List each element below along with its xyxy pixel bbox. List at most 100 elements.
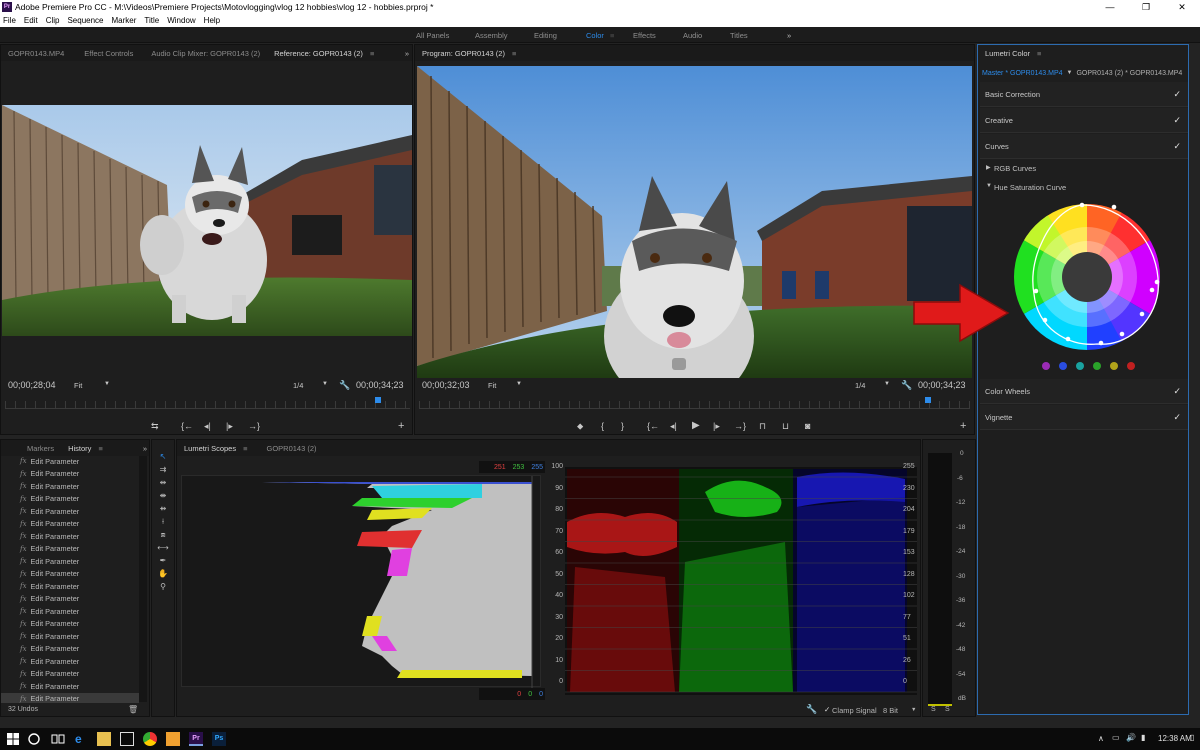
lift-icon[interactable]: ⊓ [759, 421, 766, 432]
history-item[interactable]: fx Edit Parameter [1, 655, 139, 668]
windows-start-icon[interactable] [6, 732, 20, 746]
hue-saturation-wheel[interactable] [1012, 202, 1162, 352]
edge-browser-icon[interactable]: e [75, 732, 89, 746]
history-item[interactable]: fx Edit Parameter [1, 493, 139, 506]
history-item[interactable]: fx Edit Parameter [1, 630, 139, 643]
menu-edit[interactable]: Edit [24, 16, 38, 25]
tray-overflow-icon[interactable]: ∧ [1098, 734, 1104, 743]
go-to-out-icon[interactable]: →} [248, 421, 260, 431]
panel-overflow-icon[interactable]: » [143, 444, 147, 453]
tab-markers[interactable]: Markers [20, 444, 61, 453]
scopes-settings-wrench-icon[interactable]: 🔧 [806, 704, 817, 715]
workspace-effects[interactable]: Effects [633, 31, 656, 40]
clip-dropdown-chevron-icon[interactable]: ▼ [1067, 70, 1073, 76]
premiere-taskbar-icon[interactable]: Pr [189, 732, 203, 746]
wrench-icon[interactable]: 🔧 [901, 380, 912, 391]
color-wheels-checkbox[interactable]: ✓ [1173, 386, 1181, 397]
solo-right-button[interactable]: S [945, 706, 950, 713]
sequence-clip-tab[interactable]: GOPR0143 (2) * GOPR0143.MP4 [1076, 70, 1182, 77]
panel-overflow-icon[interactable]: » [405, 49, 409, 58]
swatch-green[interactable] [1093, 362, 1101, 370]
ripple-edit-tool-icon[interactable]: ⇹ [157, 478, 169, 488]
maximize-button[interactable]: ❐ [1128, 0, 1164, 14]
menu-file[interactable]: File [3, 16, 16, 25]
mark-in-icon[interactable]: { [601, 421, 604, 431]
taskbar-clock[interactable]: 12:38 AM [1158, 734, 1192, 743]
program-playhead[interactable] [925, 397, 931, 403]
wrench-icon[interactable]: 🔧 [339, 380, 350, 391]
history-item[interactable]: fx Edit Parameter [1, 580, 139, 593]
program-resolution-dropdown[interactable]: 1/4 [855, 381, 865, 390]
mark-out-icon[interactable]: } [621, 421, 624, 431]
button-editor-icon[interactable]: ⇆ [151, 421, 159, 432]
pen-tool-icon[interactable]: ✒ [157, 556, 169, 566]
go-to-out-icon[interactable]: →} [734, 421, 746, 431]
rgb-curves-label[interactable]: RGB Curves [994, 164, 1036, 173]
history-item[interactable]: fx Edit Parameter [1, 530, 139, 543]
selection-tool-icon[interactable]: ↖ [157, 452, 169, 462]
battery-icon[interactable]: ▮ [1141, 733, 1145, 742]
photoshop-taskbar-icon[interactable]: Ps [212, 732, 226, 746]
reference-current-timecode[interactable]: 00;00;28;04 [8, 380, 56, 390]
workspace-overflow-button[interactable]: » [787, 31, 791, 40]
chrome-icon[interactable] [143, 732, 157, 746]
tab-program[interactable]: Program: GOPR0143 (2) [415, 49, 512, 58]
workspace-all-panels[interactable]: All Panels [416, 31, 449, 40]
add-marker-icon[interactable]: ⬥ [577, 421, 583, 432]
export-frame-icon[interactable]: ◙ [805, 421, 810, 431]
hue-sat-collapse-icon[interactable]: ▼ [986, 183, 992, 189]
menu-title[interactable]: Title [144, 16, 159, 25]
tab-effect-controls[interactable]: Effect Controls [77, 49, 140, 58]
workspace-audio[interactable]: Audio [683, 31, 702, 40]
step-back-icon[interactable]: ◂| [204, 421, 211, 432]
reference-fit-dropdown[interactable]: Fit [74, 381, 82, 390]
menu-sequence[interactable]: Sequence [67, 16, 103, 25]
program-current-timecode[interactable]: 00;00;32;03 [422, 380, 470, 390]
master-clip-tab[interactable]: Master * GOPR0143.MP4 [982, 70, 1063, 77]
trash-icon[interactable]: 🗑 [128, 705, 138, 714]
menu-help[interactable]: Help [204, 16, 220, 25]
history-item[interactable]: fx Edit Parameter [1, 668, 139, 681]
history-item[interactable]: fx Edit Parameter [1, 480, 139, 493]
bit-depth-dropdown[interactable]: 8 Bit [883, 706, 898, 715]
solo-left-button[interactable]: S [931, 706, 936, 713]
tab-history[interactable]: History [61, 444, 98, 453]
network-icon[interactable]: ▭ [1112, 733, 1120, 742]
tab-reference[interactable]: Reference: GOPR0143 (2) [267, 49, 370, 58]
slide-tool-icon[interactable]: ⟷ [157, 543, 169, 553]
history-item[interactable]: fx Edit Parameter [1, 455, 139, 468]
step-back-icon[interactable]: ◂| [670, 421, 677, 432]
store-icon[interactable] [120, 732, 134, 746]
panel-menu-icon[interactable]: ≡ [243, 444, 247, 453]
extract-icon[interactable]: ⊔ [782, 421, 789, 432]
workspace-assembly[interactable]: Assembly [475, 31, 508, 40]
reference-playhead[interactable] [375, 397, 381, 403]
track-select-tool-icon[interactable]: ⇉ [157, 465, 169, 475]
history-item[interactable]: fx Edit Parameter [1, 468, 139, 481]
program-fit-dropdown[interactable]: Fit [488, 381, 496, 390]
history-item[interactable]: fx Edit Parameter [1, 593, 139, 606]
history-item[interactable]: fx Edit Parameter [1, 643, 139, 656]
workspace-editing[interactable]: Editing [534, 31, 557, 40]
add-button-icon[interactable]: + [398, 420, 404, 432]
menu-window[interactable]: Window [167, 16, 195, 25]
tab-source-clip[interactable]: GOPR0143.MP4 [1, 49, 71, 58]
clamp-signal-checkbox[interactable]: ✓ [824, 705, 830, 714]
history-item[interactable]: fx Edit Parameter [1, 518, 139, 531]
menu-marker[interactable]: Marker [112, 16, 137, 25]
program-time-ruler[interactable] [419, 401, 970, 409]
swatch-blue[interactable] [1059, 362, 1067, 370]
panel-menu-icon[interactable]: ≡ [1037, 49, 1041, 58]
zoom-tool-icon[interactable]: ⚲ [157, 582, 169, 592]
swatch-cyan[interactable] [1076, 362, 1084, 370]
basic-correction-checkbox[interactable]: ✓ [1173, 89, 1181, 100]
section-vignette[interactable]: Vignette ✓ [980, 405, 1188, 430]
step-forward-icon[interactable]: |▸ [713, 421, 720, 432]
history-item[interactable]: fx Edit Parameter [1, 605, 139, 618]
step-forward-icon[interactable]: |▸ [226, 421, 233, 432]
reference-resolution-dropdown[interactable]: 1/4 [293, 381, 303, 390]
swatch-magenta[interactable] [1042, 362, 1050, 370]
hand-tool-icon[interactable]: ✋ [157, 569, 169, 579]
history-item[interactable]: fx Edit Parameter [1, 505, 139, 518]
workspace-color[interactable]: Color [586, 31, 604, 40]
